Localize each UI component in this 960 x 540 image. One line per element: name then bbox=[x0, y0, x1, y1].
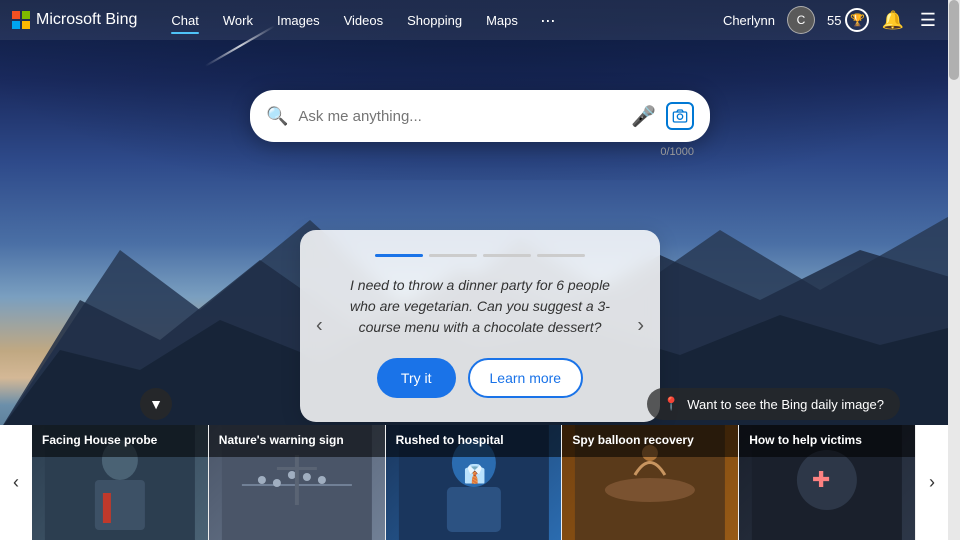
card-prev-button[interactable]: ‹ bbox=[308, 311, 331, 342]
collapse-button[interactable]: ▼ bbox=[140, 388, 172, 420]
nav-item-maps[interactable]: Maps bbox=[476, 7, 528, 34]
news-strip: ‹ Facing House probe bbox=[0, 425, 948, 540]
progress-dot-1 bbox=[375, 254, 423, 257]
header: Microsoft Bing Chat Work Images Videos S… bbox=[0, 0, 948, 40]
suggestion-card: ‹ › I need to throw a dinner party for 6… bbox=[300, 230, 660, 422]
news-card-2[interactable]: Nature's warning sign bbox=[209, 425, 386, 540]
nav-more[interactable]: ··· bbox=[532, 6, 563, 35]
microsoft-logo bbox=[12, 11, 30, 29]
card-buttons: Try it Learn more bbox=[336, 358, 624, 398]
hamburger-icon[interactable]: ☰ bbox=[920, 10, 936, 31]
news-cards: Facing House probe Nature's warning sign bbox=[32, 425, 916, 540]
score-value: 55 bbox=[827, 13, 841, 28]
progress-dot-2 bbox=[429, 254, 477, 257]
news-card-1[interactable]: Facing House probe bbox=[32, 425, 209, 540]
news-prev-button[interactable]: ‹ bbox=[0, 425, 32, 540]
location-icon: 📍 bbox=[663, 396, 679, 412]
nav: Chat Work Images Videos Shopping Maps ··… bbox=[161, 6, 723, 35]
daily-image-label: Want to see the Bing daily image? bbox=[687, 397, 884, 412]
scrollbar[interactable] bbox=[948, 0, 960, 540]
search-icon: 🔍 bbox=[266, 106, 288, 127]
collapse-icon: ▼ bbox=[149, 396, 163, 412]
nav-item-chat[interactable]: Chat bbox=[161, 7, 208, 34]
score-badge[interactable]: 55 🏆 bbox=[827, 8, 869, 32]
scrollbar-thumb[interactable] bbox=[949, 0, 959, 80]
user-avatar[interactable]: C bbox=[787, 6, 815, 34]
search-input[interactable] bbox=[298, 108, 621, 125]
progress-dots bbox=[336, 254, 624, 257]
user-name: Cherlynn bbox=[723, 13, 775, 28]
search-box: 🔍 🎤 bbox=[250, 90, 710, 142]
nav-right: Cherlynn C 55 🏆 🔔 ☰ bbox=[723, 6, 936, 34]
trophy-icon: 🏆 bbox=[845, 8, 869, 32]
progress-dot-4 bbox=[537, 254, 585, 257]
camera-icon[interactable] bbox=[666, 102, 694, 130]
mic-icon[interactable]: 🎤 bbox=[631, 104, 656, 129]
news-next-button[interactable]: › bbox=[916, 425, 948, 540]
news-card-1-label: Facing House probe bbox=[32, 425, 208, 457]
news-card-2-label: Nature's warning sign bbox=[209, 425, 385, 457]
svg-text:👔: 👔 bbox=[463, 463, 485, 484]
learn-more-button[interactable]: Learn more bbox=[468, 358, 584, 398]
avatar-initials: C bbox=[797, 13, 806, 27]
nav-item-videos[interactable]: Videos bbox=[334, 7, 394, 34]
news-card-5[interactable]: ✚ How to help victims bbox=[739, 425, 916, 540]
news-card-3-label: Rushed to hospital bbox=[386, 425, 562, 457]
search-container: 🔍 🎤 0/1000 bbox=[250, 90, 710, 158]
news-card-4[interactable]: Spy balloon recovery bbox=[562, 425, 739, 540]
progress-dot-3 bbox=[483, 254, 531, 257]
bell-icon[interactable]: 🔔 bbox=[881, 10, 903, 31]
news-card-4-label: Spy balloon recovery bbox=[562, 425, 738, 457]
card-next-button[interactable]: › bbox=[629, 311, 652, 342]
suggestion-text: I need to throw a dinner party for 6 peo… bbox=[336, 275, 624, 338]
news-card-3[interactable]: 👔 Rushed to hospital bbox=[386, 425, 563, 540]
app-title: Microsoft Bing bbox=[36, 11, 137, 29]
try-it-button[interactable]: Try it bbox=[377, 358, 456, 398]
char-count: 0/1000 bbox=[250, 146, 710, 158]
nav-item-work[interactable]: Work bbox=[213, 7, 263, 34]
logo[interactable]: Microsoft Bing bbox=[12, 11, 137, 29]
news-card-5-label: How to help victims bbox=[739, 425, 915, 457]
svg-text:✚: ✚ bbox=[812, 467, 830, 492]
nav-item-shopping[interactable]: Shopping bbox=[397, 7, 472, 34]
daily-image-badge[interactable]: 📍 Want to see the Bing daily image? bbox=[647, 388, 900, 420]
nav-item-images[interactable]: Images bbox=[267, 7, 330, 34]
